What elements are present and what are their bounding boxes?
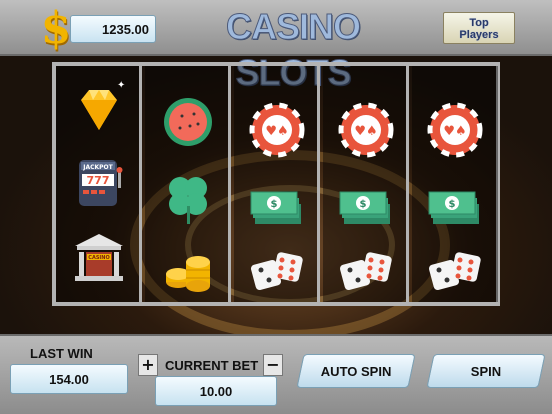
coins-icon (145, 234, 231, 306)
dice-icon (323, 234, 409, 306)
last-win-label: LAST WIN (30, 346, 93, 361)
top-header: $ 1235.00 CASINO SLOTS Top Players (0, 0, 552, 94)
jackpot-text: JACKPOT (82, 164, 113, 171)
svg-text:$: $ (360, 199, 367, 210)
sevens-text: 777 (87, 174, 110, 187)
diamond-icon: ✦ (56, 74, 142, 146)
dice-icon (412, 234, 498, 306)
reel-5: ♥♠ $ (412, 66, 498, 302)
spin-button[interactable]: SPIN (426, 354, 546, 388)
last-win-value: 154.00 (10, 364, 128, 394)
top-players-button[interactable]: Top Players (443, 12, 515, 44)
svg-text:♥♠: ♥♠ (443, 124, 466, 139)
svg-text:♥♠: ♥♠ (354, 124, 377, 139)
reel-3: ♥♠ $ (234, 66, 320, 302)
casino-sign-text: CASINO (88, 255, 109, 261)
balance-display: 1235.00 (70, 15, 156, 43)
cash-stack-icon: $ (412, 170, 498, 242)
watermelon-icon (145, 86, 231, 158)
current-bet-label: CURRENT BET (165, 358, 259, 373)
reel-1: ✦ JACKPOT 777 CASINO (56, 66, 142, 302)
slot-reels: ✦ JACKPOT 777 CASINO ♥♠ $ ♥♠ $ ♥♠ $ (52, 62, 500, 306)
reel-2 (145, 66, 231, 302)
auto-spin-button[interactable]: AUTO SPIN (296, 354, 416, 388)
reel-4: ♥♠ $ (323, 66, 409, 302)
current-bet-value: 10.00 (155, 376, 277, 406)
clover-icon (145, 162, 231, 234)
spin-label: SPIN (470, 364, 501, 379)
poker-chip-icon: ♥♠ (412, 94, 498, 166)
cash-stack-icon: $ (234, 170, 320, 242)
game-title: CASINO SLOTS (225, 6, 361, 94)
svg-text:♥♠: ♥♠ (265, 124, 288, 139)
top-players-label-line1: Top (469, 17, 489, 29)
auto-spin-label: AUTO SPIN (320, 364, 392, 379)
dice-icon (234, 234, 320, 306)
svg-text:✦: ✦ (117, 80, 125, 91)
control-bar: LAST WIN 154.00 + CURRENT BET − 10.00 AU… (0, 334, 552, 414)
increase-bet-button[interactable]: + (138, 354, 158, 376)
decrease-bet-button[interactable]: − (263, 354, 283, 376)
casino-building-icon: CASINO (56, 222, 142, 294)
poker-chip-icon: ♥♠ (323, 94, 409, 166)
jackpot-slot-machine-icon: JACKPOT 777 (56, 146, 142, 218)
cash-stack-icon: $ (323, 170, 409, 242)
top-players-label-line2: Players (459, 29, 499, 41)
svg-text:$: $ (449, 199, 456, 210)
svg-text:$: $ (271, 199, 278, 210)
poker-chip-icon: ♥♠ (234, 94, 320, 166)
